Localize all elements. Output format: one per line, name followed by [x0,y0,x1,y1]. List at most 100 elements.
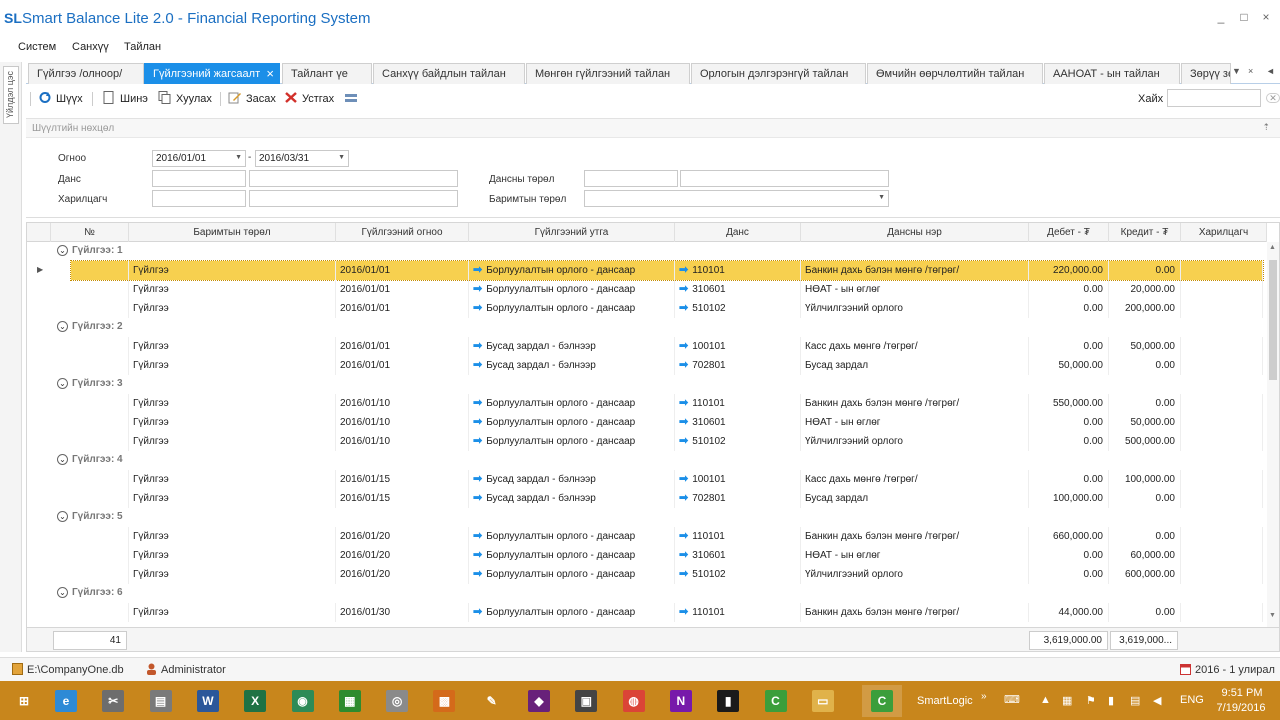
tab-close-all-icon[interactable]: × [1248,66,1253,76]
keyboard-icon[interactable]: ⌨ [1004,693,1020,706]
account-code-input[interactable] [152,170,246,187]
tab-balance-sheet[interactable]: Санхүү байдлын тайлан [373,63,525,84]
tray-battery-icon[interactable]: ▮ [1108,694,1114,707]
table-row[interactable]: ▶ Гүйлгээ 2016/01/01 ➡ Борлуулалтын орлого -… [27,260,1267,281]
taskbar-visualstudio[interactable]: ◆ [519,685,559,717]
tray-windows-icon[interactable]: ▦ [1062,694,1072,707]
maximize-button[interactable]: □ [1236,10,1252,24]
edit-button[interactable]: Засах [228,91,276,107]
taskbar-camtasia[interactable]: C [756,685,796,717]
table-row[interactable]: Гүйлгээ 2016/01/20 ➡ Борлуулалтын орлого - … [27,565,1267,584]
table-row[interactable]: Гүйлгээ 2016/01/20 ➡ Борлуулалтын орлого - … [27,527,1267,546]
group-row[interactable]: ⌄ Гүйлгээ: 5 [27,508,1267,527]
tab-equity-changes[interactable]: Өмчийн өөрчлөлтийн тайлан [867,63,1043,84]
collapse-icon[interactable]: ⌄ [57,378,68,389]
group-row[interactable]: ⌄ Гүйлгээ: 2 [27,318,1267,337]
group-row[interactable]: ⌄ Гүйлгээ: 4 [27,451,1267,470]
new-button[interactable]: Шинэ [102,91,148,107]
taskbar-onenote[interactable]: N [661,685,701,717]
taskbar-files[interactable]: ▤ [141,685,181,717]
group-row[interactable]: ⌄ Гүйлгээ: 1 [27,242,1267,261]
taskbar-project[interactable]: ▦ [330,685,370,717]
group-row[interactable]: ⌄ Гүйлгээ: 6 [27,584,1267,603]
date-to-picker[interactable]: 2016/03/31 ▼ [255,150,349,167]
tab-reporting-period[interactable]: Тайлант үе [282,63,372,84]
menu-finance[interactable]: Санхүү [72,41,109,53]
collapse-icon[interactable]: ⌄ [57,511,68,522]
taskbar-apps[interactable]: ▩ [424,685,464,717]
table-row[interactable]: Гүйлгээ 2016/01/20 ➡ Борлуулалтын орлого - … [27,546,1267,565]
tray-flag-icon[interactable]: ⚑ [1086,694,1096,707]
grid-vertical-scrollbar[interactable]: ▲ ▼ [1267,242,1279,627]
account-type-name-input[interactable] [680,170,889,187]
group-row[interactable]: ⌄ Гүйлгээ: 3 [27,375,1267,394]
table-row[interactable]: Гүйлгээ 2016/01/30 ➡ Борлуулалтын орлого - … [27,603,1267,622]
table-row[interactable]: Гүйлгээ 2016/01/10 ➡ Борлуулалтын орлого - … [27,394,1267,413]
column-header-credit[interactable]: Кредит - ₮ [1109,223,1181,242]
menu-report[interactable]: Тайлан [124,41,161,53]
table-row[interactable]: Гүйлгээ 2016/01/10 ➡ Борлуулалтын орлого - … [27,432,1267,451]
column-header-partner[interactable]: Харилцагч [1181,223,1267,242]
table-row[interactable]: Гүйлгээ 2016/01/01 ➡ Борлуулалтын орлого - … [27,280,1267,299]
table-row[interactable]: Гүйлгээ 2016/01/01 ➡ Бусад зардал - бэлнээр… [27,337,1267,356]
delete-button[interactable]: Устгах [284,91,334,107]
doc-type-select[interactable]: ▼ [584,190,889,207]
taskbar-brush[interactable]: ✎ [472,685,512,717]
tab-transaction-list[interactable]: Гүйлгээний жагсаалт × [144,63,280,84]
table-row[interactable]: Гүйлгээ 2016/01/15 ➡ Бусад зардал - бэлнээр… [27,470,1267,489]
taskbar-installer[interactable]: ▣ [566,685,606,717]
collapse-icon[interactable]: ⌄ [57,245,68,256]
taskbar-start[interactable]: ⊞ [4,685,44,717]
scrollbar-thumb[interactable] [1269,260,1277,380]
partner-name-input[interactable] [249,190,458,207]
taskbar-chart[interactable]: ▮ [708,685,748,717]
more-button[interactable] [344,91,362,107]
tray-up-icon[interactable]: ▲ [1040,694,1051,706]
taskbar-tools[interactable]: ✂ [93,685,133,717]
table-row[interactable]: Гүйлгээ 2016/01/10 ➡ Борлуулалтын орлого - … [27,413,1267,432]
column-header-account[interactable]: Данс [675,223,801,242]
table-row[interactable]: Гүйлгээ 2016/01/15 ➡ Бусад зардал - бэлнээр… [27,489,1267,508]
account-type-code-input[interactable] [584,170,678,187]
column-header-date[interactable]: Гүйлгээний огноо [336,223,469,242]
partner-code-input[interactable] [152,190,246,207]
taskbar-camtasia2[interactable]: C [862,685,902,717]
taskbar-globe[interactable]: ◉ [283,685,323,717]
taskbar-ie[interactable]: e [46,685,86,717]
taskbar-excel[interactable]: X [235,685,275,717]
input-language[interactable]: ENG [1180,694,1204,706]
close-button[interactable]: × [1258,10,1274,24]
tray-volume-icon[interactable]: ◀ [1153,694,1161,707]
menu-system[interactable]: Систем [18,41,56,53]
taskbar-disc[interactable]: ◎ [377,685,417,717]
tab-income-detail[interactable]: Орлогын дэлгэрэнгүй тайлан [691,63,866,84]
tab-scroll-left-icon[interactable]: ◄ [1266,66,1275,76]
table-row[interactable]: Гүйлгээ 2016/01/01 ➡ Борлуулалтын орлого - … [27,299,1267,318]
taskbar-chrome[interactable]: ◍ [614,685,654,717]
clock-date[interactable]: 7/19/2016 [1216,702,1266,714]
pin-icon[interactable]: ⇡ [1262,122,1270,133]
tray-network-icon[interactable]: ▤ [1130,694,1140,707]
column-header-number[interactable]: № [51,223,129,242]
date-from-picker[interactable]: 2016/01/01 ▼ [152,150,246,167]
column-header-doc-type[interactable]: Баримтын төрөл [129,223,336,242]
clock-time[interactable]: 9:51 PM [1220,687,1264,699]
tab-income-tax[interactable]: ААНОАТ - ын тайлан [1044,63,1180,84]
copy-button[interactable]: Хуулах [158,91,212,107]
collapse-icon[interactable]: ⌄ [57,454,68,465]
tab-dropdown-icon[interactable]: ▼ [1232,66,1241,76]
collapse-icon[interactable]: ⌄ [57,587,68,598]
column-header-debit[interactable]: Дебет - ₮ [1029,223,1109,242]
tab-cash-flow[interactable]: Мөнгөн гүйлгээний тайлан [526,63,690,84]
table-row[interactable]: Гүйлгээ 2016/01/01 ➡ Бусад зардал - бэлнээр… [27,356,1267,375]
search-input[interactable] [1167,89,1261,107]
taskbar-active-app-label[interactable]: SmartLogic [917,695,973,707]
minimize-button[interactable]: _ [1213,10,1229,24]
close-icon[interactable]: × [266,66,274,81]
account-name-input[interactable] [249,170,458,187]
tab-transactions-bulk[interactable]: Гүйлгээ /олноор/ [28,63,144,84]
collapse-icon[interactable]: ⌄ [57,321,68,332]
actions-side-tab[interactable]: Үйлдэл цэс [3,66,19,124]
column-header-account-name[interactable]: Дансны нэр [801,223,1029,242]
scroll-down-icon[interactable]: ▼ [1269,612,1276,619]
